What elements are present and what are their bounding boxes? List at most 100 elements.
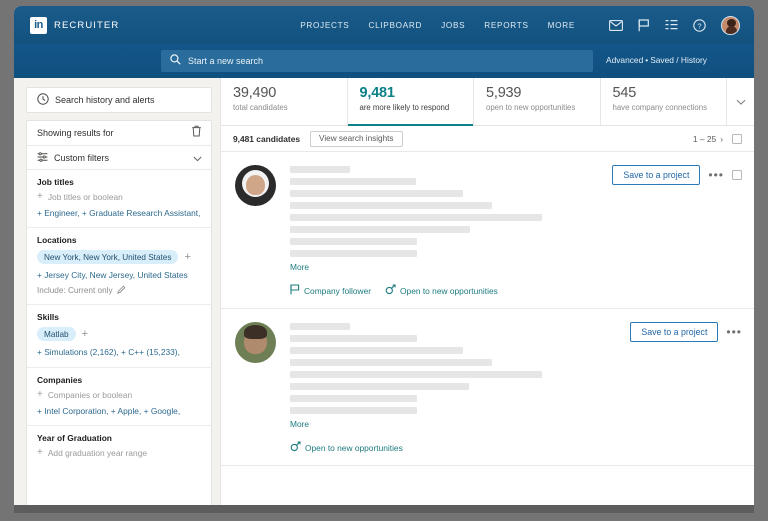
flag-icon <box>290 284 300 297</box>
filter-title: Skills <box>37 312 201 322</box>
chevron-down-icon <box>736 93 746 111</box>
search-history-and-alerts-button[interactable]: Search history and alerts <box>26 87 212 113</box>
results-toolbar-right: 1 – 25 › <box>693 134 742 144</box>
job-titles-input[interactable]: + Job titles or boolean <box>37 192 201 202</box>
view-search-insights-button[interactable]: View search insights <box>310 131 402 147</box>
add-location-icon[interactable]: + <box>184 252 190 263</box>
results-toolbar: 9,481 candidates View search insights 1 … <box>221 126 754 152</box>
stat-total-candidates[interactable]: 39,490 total candidates <box>221 78 348 125</box>
search-placeholder: Start a new search <box>188 56 263 66</box>
brand-name: RECRUITER <box>54 20 119 31</box>
stat-likely-to-respond[interactable]: 9,481 are more likely to respond <box>348 78 475 125</box>
skeleton-line <box>290 214 542 221</box>
mail-icon[interactable] <box>609 20 623 31</box>
stat-label: open to new opportunities <box>486 103 600 112</box>
top-navigation-bar: in RECRUITER PROJECTS CLIPBOARD JOBS REP… <box>14 6 754 44</box>
advanced-search-link[interactable]: Advanced <box>606 55 643 65</box>
page-body: Search history and alerts Showing result… <box>14 78 754 513</box>
candidate-badges: Open to new opportunities <box>290 441 742 454</box>
skeleton-line <box>290 202 492 209</box>
add-skill-icon[interactable]: + <box>82 329 88 340</box>
location-pill[interactable]: New York, New York, United States <box>37 250 178 264</box>
locations-include-row[interactable]: Include: Current only <box>37 285 201 296</box>
filters-panel: Showing results for Custom filters <box>26 120 212 513</box>
graduation-year-input[interactable]: + Add graduation year range <box>37 448 201 458</box>
chevron-down-icon[interactable] <box>193 149 202 167</box>
stats-expand-button[interactable] <box>727 78 754 125</box>
candidate-card[interactable]: More Open to new opportunities Save to a <box>221 309 754 466</box>
pagination: 1 – 25 › <box>693 134 723 144</box>
stat-label: are more likely to respond <box>360 103 474 112</box>
skeleton-line <box>290 371 542 378</box>
nav-more[interactable]: MORE <box>548 21 575 30</box>
candidate-actions: Save to a project ••• <box>630 322 742 342</box>
job-titles-placeholder: Job titles or boolean <box>48 192 123 202</box>
linkedin-logo-icon: in <box>30 17 47 34</box>
candidate-actions: Save to a project ••• <box>612 165 742 185</box>
filter-title: Year of Graduation <box>37 433 201 443</box>
showing-results-row: Showing results for <box>27 121 211 146</box>
locations-suggestions[interactable]: + Jersey City, New Jersey, United States <box>37 269 201 281</box>
badge-open-to-opportunities: Open to new opportunities <box>385 284 498 297</box>
companies-suggestions[interactable]: + Intel Corporation, + Apple, + Google, <box>37 405 201 417</box>
nav-projects[interactable]: PROJECTS <box>300 21 349 30</box>
pencil-icon[interactable] <box>117 285 126 296</box>
skill-pill[interactable]: Matlab <box>37 327 76 341</box>
svg-text:?: ? <box>697 21 701 30</box>
pagination-next-icon[interactable]: › <box>720 134 723 144</box>
locations-include-label: Include: Current only <box>37 286 113 295</box>
feed-list-icon[interactable] <box>665 19 678 31</box>
skeleton-line <box>290 226 470 233</box>
save-to-project-button[interactable]: Save to a project <box>630 322 718 342</box>
nav-reports[interactable]: REPORTS <box>484 21 528 30</box>
nav-links: PROJECTS CLIPBOARD JOBS REPORTS MORE <box>300 21 575 30</box>
more-link[interactable]: More <box>290 262 742 272</box>
candidate-results-list: More Company follower <box>221 152 754 513</box>
search-icon <box>170 52 181 70</box>
open-to-work-icon <box>290 441 301 454</box>
badge-open-to-opportunities: Open to new opportunities <box>290 441 403 454</box>
companies-input[interactable]: + Companies or boolean <box>37 390 201 400</box>
open-to-work-icon <box>385 284 396 297</box>
filter-title: Companies <box>37 375 201 385</box>
browser-window: in RECRUITER PROJECTS CLIPBOARD JOBS REP… <box>14 6 754 513</box>
candidate-checkbox[interactable] <box>732 170 742 180</box>
custom-filters-label: Custom filters <box>54 153 187 163</box>
ellipsis-icon[interactable]: ••• <box>726 326 742 338</box>
plus-icon: + <box>37 390 43 400</box>
skills-suggestions[interactable]: + Simulations (2,162), + C++ (15,233), <box>37 346 201 358</box>
search-input[interactable]: Start a new search <box>161 50 593 72</box>
plus-icon: + <box>37 448 43 458</box>
more-link[interactable]: More <box>290 419 742 429</box>
nav-jobs[interactable]: JOBS <box>441 21 465 30</box>
custom-filters-row[interactable]: Custom filters <box>27 146 211 170</box>
candidate-badges: Company follower Open to new opportuniti… <box>290 284 742 297</box>
results-main: 39,490 total candidates 9,481 are more l… <box>220 78 754 513</box>
stat-value: 545 <box>613 85 727 101</box>
ellipsis-icon[interactable]: ••• <box>708 169 724 181</box>
candidate-card[interactable]: More Company follower <box>221 152 754 309</box>
companies-placeholder: Companies or boolean <box>48 390 132 400</box>
save-to-project-button[interactable]: Save to a project <box>612 165 700 185</box>
link-separator: • <box>645 55 648 65</box>
skeleton-line <box>290 190 463 197</box>
brand-logo[interactable]: in RECRUITER <box>30 17 119 34</box>
avatar[interactable] <box>721 16 740 35</box>
candidate-avatar <box>235 165 276 206</box>
filters-sidebar: Search history and alerts Showing result… <box>14 78 220 513</box>
stat-company-connections[interactable]: 545 have company connections <box>601 78 728 125</box>
stat-open-to-opportunities[interactable]: 5,939 open to new opportunities <box>474 78 601 125</box>
pagination-range: 1 – 25 <box>693 134 716 144</box>
search-bar: Start a new search Advanced•Saved / Hist… <box>14 44 754 78</box>
trash-icon[interactable] <box>191 124 202 142</box>
skills-pill-row: Matlab + <box>37 327 201 341</box>
flag-icon[interactable] <box>638 19 650 32</box>
window-bottom-bar <box>14 505 754 513</box>
skeleton-line <box>290 347 463 354</box>
job-titles-suggestions[interactable]: + Engineer, + Graduate Research Assistan… <box>37 207 201 219</box>
select-all-checkbox[interactable] <box>732 134 742 144</box>
help-icon[interactable]: ? <box>693 19 706 32</box>
filter-section-companies: Companies + Companies or boolean + Intel… <box>27 368 211 426</box>
saved-history-link[interactable]: Saved / History <box>650 55 707 65</box>
nav-clipboard[interactable]: CLIPBOARD <box>368 21 422 30</box>
